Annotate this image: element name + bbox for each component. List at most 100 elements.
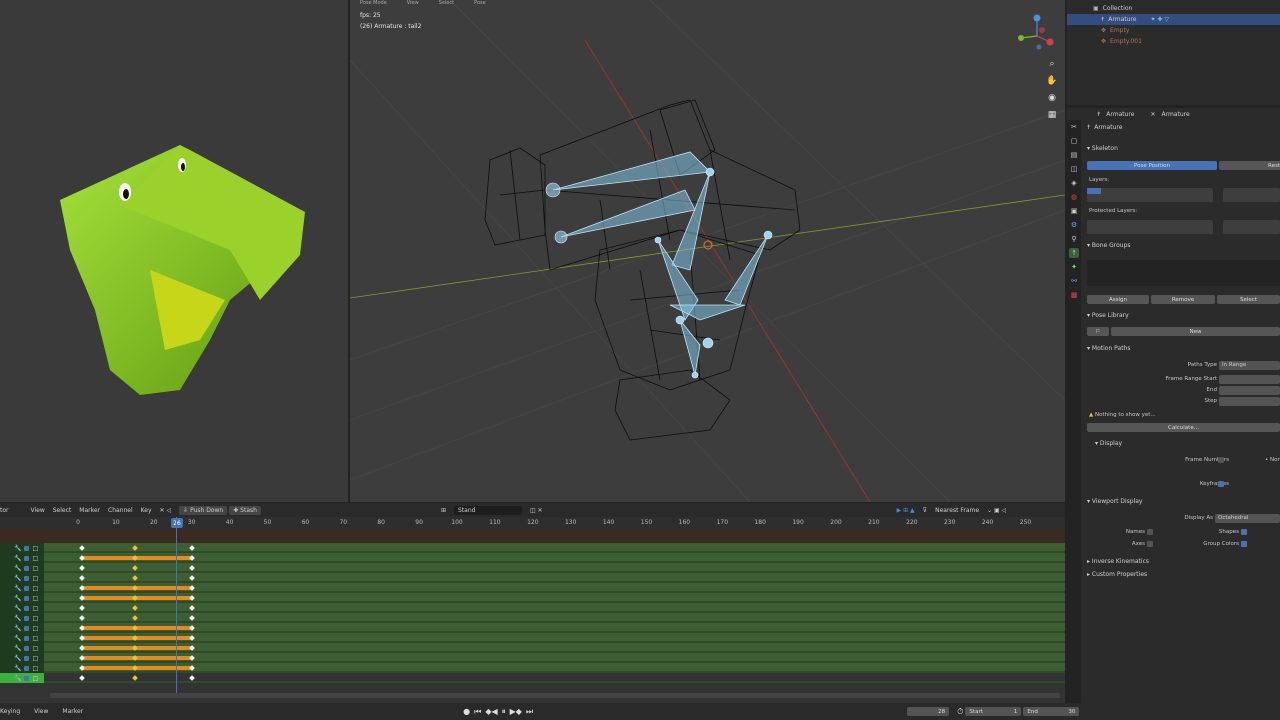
select-menu[interactable]: Select (439, 0, 454, 4)
wrench-icon[interactable]: 🔧 (14, 655, 21, 662)
channel-lock-icon[interactable]: □ (32, 545, 38, 552)
display-as-select[interactable]: Octahedral (1215, 514, 1280, 523)
start-frame-field[interactable]: Start 1 (965, 707, 1022, 716)
custom-properties-header[interactable]: ▸ Custom Properties (1087, 571, 1147, 578)
channel-row[interactable]: 🔧 □ (0, 563, 44, 573)
viewport-display-header[interactable]: ▾ Viewport Display (1087, 498, 1142, 505)
bone-groups-list[interactable] (1087, 260, 1280, 286)
channel-lock-icon[interactable]: □ (32, 605, 38, 612)
channel-checkbox[interactable] (24, 675, 30, 681)
wrench-icon[interactable]: 🔧 (14, 605, 21, 612)
outliner-row-armature[interactable]: ☨ Armature ✦ ✚ ▽ (1067, 14, 1280, 25)
action-browse-icon[interactable]: ⊞ (441, 507, 446, 514)
channel-lock-icon[interactable]: □ (32, 645, 38, 652)
select-button[interactable]: Select (1217, 295, 1280, 304)
action-editor[interactable]: tor View Select Marker Channel Key ✕ ◁ ⇩… (0, 503, 1065, 703)
3d-viewport[interactable]: fps: 25 (26) Armature : tail2 Pose Mode … (350, 0, 1065, 502)
breadcrumb-object[interactable]: Armature (1106, 111, 1134, 118)
wrench-icon[interactable]: 🔧 (14, 585, 21, 592)
channel-row[interactable]: 🔧 □ (0, 583, 44, 593)
channel-lock-icon[interactable]: □ (32, 585, 38, 592)
wrench-icon[interactable]: 🔧 (14, 545, 21, 552)
view-menu[interactable]: View (407, 0, 419, 4)
scene-tab-icon[interactable]: ◈ (1069, 178, 1079, 188)
output-tab-icon[interactable]: ▤ (1069, 150, 1079, 160)
channel-lock-icon[interactable]: □ (32, 675, 38, 682)
pose-menu[interactable]: Pose (474, 0, 486, 4)
channel-checkbox[interactable] (24, 625, 30, 631)
group-colors-checkbox[interactable] (1241, 541, 1247, 547)
horizontal-scrollbar[interactable] (50, 693, 1060, 698)
playhead[interactable] (176, 517, 177, 693)
channel-row[interactable]: 🔧 □ (0, 573, 44, 583)
pose-library-header[interactable]: ▾ Pose Library (1087, 312, 1129, 319)
channel-lock-icon[interactable]: □ (32, 615, 38, 622)
channel-checkbox[interactable] (24, 635, 30, 641)
mode-menu[interactable]: Pose Mode (360, 0, 387, 4)
wrench-icon[interactable]: 🔧 (14, 595, 21, 602)
navigation-gizmo[interactable] (1015, 12, 1060, 57)
new-pose-library-button[interactable]: New (1111, 327, 1280, 336)
snap-mode-select[interactable]: Nearest Frame (935, 507, 979, 514)
view-layer-tab-icon[interactable]: ◫ (1069, 164, 1079, 174)
outliner-row-empty[interactable]: ✥ Empty (1093, 25, 1280, 36)
end-frame-field[interactable]: End 30 (1023, 707, 1080, 716)
motion-paths-header[interactable]: ▾ Motion Paths (1087, 345, 1130, 352)
shapes-checkbox[interactable] (1241, 529, 1247, 535)
armature-data-tab-icon[interactable]: ☨ (1069, 248, 1079, 258)
wrench-icon[interactable]: 🔧 (14, 565, 21, 572)
layers-grid-right[interactable] (1223, 188, 1280, 202)
channel-row[interactable]: 🔧 □ (0, 593, 44, 603)
wrench-icon[interactable]: 🔧 (14, 675, 21, 682)
bone-groups-header[interactable]: ▾ Bone Groups (1087, 242, 1131, 249)
channel-checkbox[interactable] (24, 645, 30, 651)
channel-lock-icon[interactable]: □ (32, 575, 38, 582)
bone-tab-icon[interactable]: ✦ (1069, 262, 1079, 272)
action-fake-user-icon[interactable]: ◫ ✕ (530, 507, 543, 514)
modifier-tab-icon[interactable]: ⚙ (1069, 220, 1079, 230)
wrench-icon[interactable]: 🔧 (14, 575, 21, 582)
channel-lock-icon[interactable]: □ (32, 625, 38, 632)
skeleton-header[interactable]: ▾ Skeleton (1087, 145, 1118, 152)
channel-checkbox[interactable] (24, 665, 30, 671)
prev-keyframe-icon[interactable]: ◆◀ (485, 707, 497, 716)
channel-checkbox[interactable] (24, 585, 30, 591)
channel-row[interactable]: 🔧 □ (0, 663, 44, 673)
world-tab-icon[interactable]: ◍ (1069, 192, 1079, 202)
channel-lock-icon[interactable]: □ (32, 555, 38, 562)
rest-position-button[interactable]: Rest (1219, 161, 1280, 170)
channel-checkbox[interactable] (24, 575, 30, 581)
jump-end-icon[interactable]: ⏭ (526, 707, 533, 717)
tool-tab-icon[interactable]: ✂ (1069, 122, 1079, 132)
channel-lock-icon[interactable]: □ (32, 595, 38, 602)
protected-layers-grid[interactable] (1087, 220, 1213, 234)
keyframe-area[interactable] (44, 543, 1065, 683)
editor-type-menu[interactable]: tor (0, 507, 9, 514)
wrench-icon[interactable]: 🔧 (14, 665, 21, 672)
frame-ruler[interactable]: 0 10 20 30 40 50 60 70 80 90 100 110 120 130 140 150 160… (0, 517, 1065, 529)
axes-checkbox[interactable] (1147, 541, 1153, 547)
render-tab-icon[interactable]: ▢ (1069, 136, 1079, 146)
wrench-icon[interactable]: 🔧 (14, 645, 21, 652)
wrench-icon[interactable]: 🔧 (14, 555, 21, 562)
select-menu[interactable]: Select (53, 507, 72, 514)
remove-button[interactable]: Remove (1151, 295, 1215, 304)
bone-constraint-tab-icon[interactable]: ⚯ (1069, 276, 1079, 286)
outliner-row-collection[interactable]: ▣ Collection (1093, 3, 1280, 14)
keyframes-checkbox[interactable] (1218, 481, 1224, 487)
calculate-button[interactable]: Calculate... (1087, 423, 1280, 432)
jump-start-icon[interactable]: ⏮ (474, 707, 481, 717)
frame-numbers-checkbox[interactable] (1218, 457, 1224, 463)
camera-icon[interactable]: ◉ (1046, 92, 1058, 104)
only-selected-icon[interactable]: ▶ ⊞ ▲ (897, 507, 915, 514)
channel-menu[interactable]: Channel (108, 507, 133, 514)
keying-menu[interactable]: Keying (0, 708, 20, 715)
channel-checkbox[interactable] (24, 595, 30, 601)
channel-row[interactable]: 🔧 □ (0, 623, 44, 633)
pose-position-button[interactable]: Pose Position (1087, 161, 1217, 170)
current-frame-badge[interactable]: 26 (171, 518, 183, 528)
wrench-icon[interactable]: 🔧 (14, 625, 21, 632)
marker-menu[interactable]: Marker (79, 507, 100, 514)
channel-checkbox[interactable] (24, 615, 30, 621)
datablock-name[interactable]: Armature (1094, 124, 1122, 131)
